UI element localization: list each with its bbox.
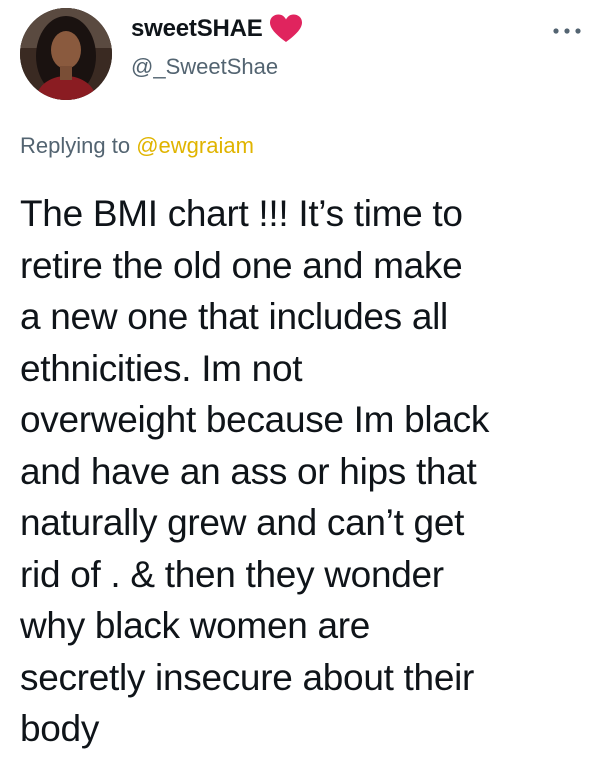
- more-options-icon[interactable]: [551, 26, 583, 36]
- tweet-text-line: a new one that includes all: [20, 296, 448, 337]
- tweet-text-line: ethnicities. Im not: [20, 347, 303, 389]
- tweet-text-line: body: [20, 708, 100, 749]
- tweet-text-line: overweight because Im black: [20, 399, 490, 440]
- author-handle[interactable]: @_SweetShae: [131, 54, 278, 80]
- tweet-text-line: naturally grew and can’t get: [20, 502, 465, 543]
- tweet-text-line: rid of . & then they wonder: [20, 553, 444, 595]
- reply-mention-link[interactable]: @ewgraiam: [136, 133, 254, 158]
- tweet-text-line: and have an ass or hips that: [20, 450, 477, 492]
- author-name-row: sweetSHAE: [131, 14, 303, 44]
- tweet-text-line: retire the old one and make: [20, 244, 463, 286]
- avatar-image: [20, 8, 112, 100]
- author-display-name[interactable]: sweetSHAE: [131, 15, 263, 43]
- tweet-text-line: secretly insecure about their: [20, 656, 475, 698]
- tweet-text-line: why black women are: [20, 605, 371, 646]
- replying-to-label: Replying to: [20, 133, 131, 158]
- tweet-text: The BMI chart !!! It’s time to retire th…: [20, 188, 590, 755]
- tweet-card: sweetSHAE @_SweetShae Replying to @ewgra…: [0, 0, 599, 779]
- replying-to: Replying to @ewgraiam: [20, 133, 254, 159]
- avatar[interactable]: [20, 8, 112, 100]
- red-heart-icon: [269, 14, 302, 42]
- tweet-text-line: The BMI chart !!! It’s time to: [20, 193, 463, 234]
